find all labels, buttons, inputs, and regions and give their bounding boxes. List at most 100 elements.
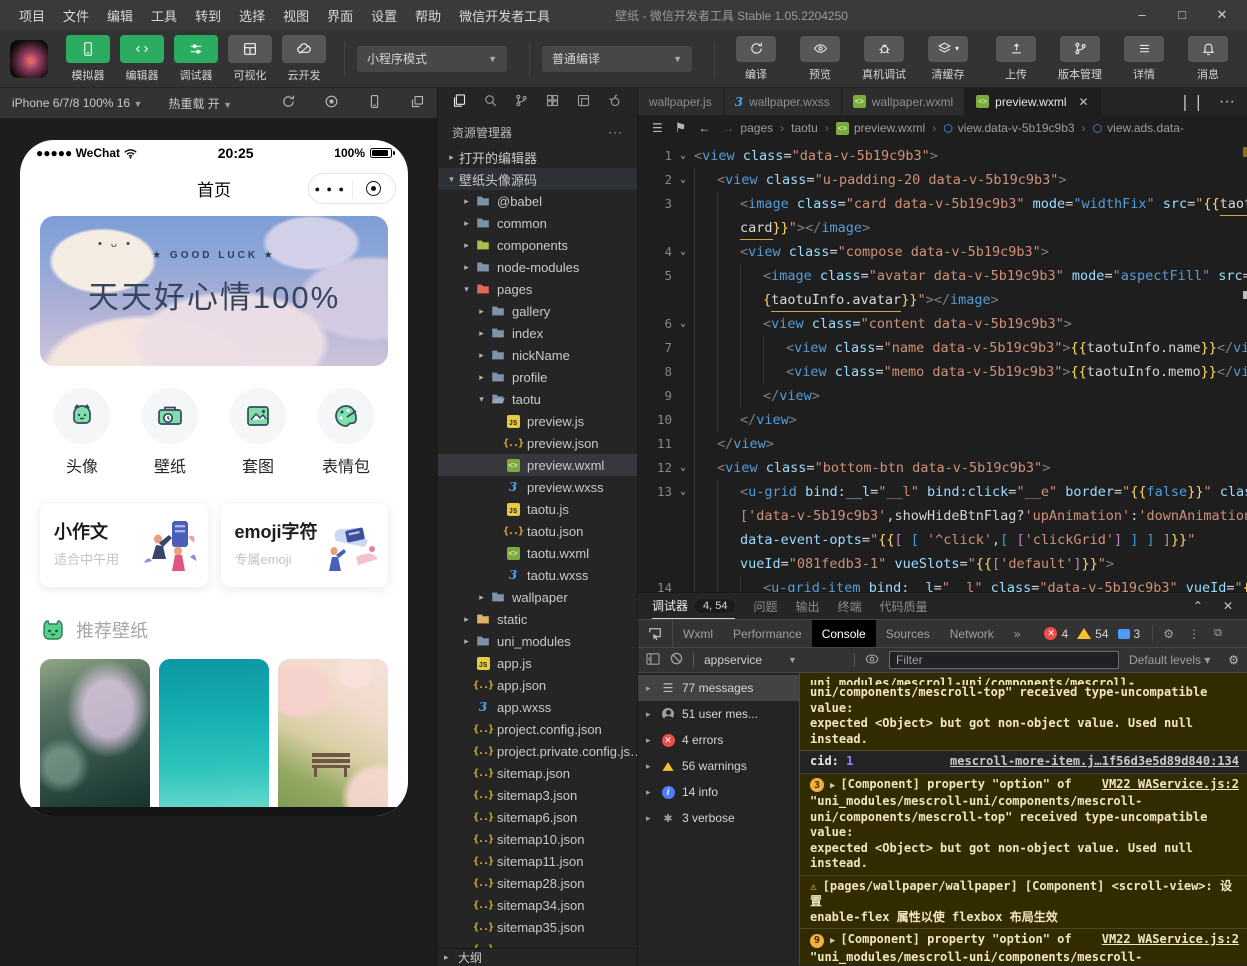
source-link[interactable]: mescroll-more-item.j…1f56d3e5d89d840:134 <box>950 754 1239 770</box>
云开发-button[interactable]: 云开发 <box>278 35 330 83</box>
user-avatar[interactable] <box>10 40 48 78</box>
tree-item[interactable]: {..} <box>438 938 637 948</box>
tree-item-@babel[interactable]: ▸@babel <box>438 190 637 212</box>
devtools-tab-Network[interactable]: Network <box>940 620 1004 647</box>
编译-button[interactable]: 编译 <box>727 36 785 82</box>
版本管理-button[interactable]: 版本管理 <box>1051 36 1109 82</box>
kettle-icon[interactable] <box>599 93 630 113</box>
files-icon[interactable] <box>444 93 475 113</box>
tree-item-preview.wxml[interactable]: <>preview.wxml <box>438 454 637 476</box>
menu-item[interactable]: 微信开发者工具 <box>450 6 559 25</box>
menu-item[interactable]: 界面 <box>318 6 362 25</box>
source-link[interactable]: VM22 WAService.js:2 <box>1102 777 1239 793</box>
context-select[interactable]: appservice▼ <box>704 653 844 667</box>
restart-simulator-icon[interactable] <box>281 94 296 112</box>
tab-wallpaper.wxss[interactable]: 3wallpaper.wxss <box>724 88 842 115</box>
模拟器-button[interactable]: 模拟器 <box>62 35 114 83</box>
tree-item-index[interactable]: ▸index <box>438 322 637 344</box>
forward-icon[interactable]: → <box>722 121 734 135</box>
wechat-capsule[interactable]: ● ● ● <box>308 173 396 204</box>
tree-item-sitemap34.json[interactable]: {..}sitemap34.json <box>438 894 637 916</box>
split-editor-icon[interactable]: ❘❘ <box>1178 92 1205 112</box>
tree-item-sitemap11.json[interactable]: {..}sitemap11.json <box>438 850 637 872</box>
fold-icon[interactable]: ⌄ <box>672 480 694 504</box>
screenshot-icon[interactable] <box>324 94 339 112</box>
debugger-tab-输出[interactable]: 输出 <box>796 593 820 619</box>
tree-item-pages[interactable]: ▾pages <box>438 278 637 300</box>
search-icon[interactable] <box>475 93 506 113</box>
device-icon[interactable] <box>367 94 382 112</box>
debugger-tab-问题[interactable]: 问题 <box>753 593 777 619</box>
breadcrumb-item[interactable]: pages <box>740 121 773 135</box>
调试器-button[interactable]: 调试器 <box>170 35 222 83</box>
menu-item[interactable]: 转到 <box>186 6 230 25</box>
grid-icon[interactable] <box>537 93 568 113</box>
tree-item-taotu.json[interactable]: {..}taotu.json <box>438 520 637 542</box>
tree-item-[interactable]: ▸打开的编辑器 <box>438 146 637 168</box>
devtools-tab-Performance[interactable]: Performance <box>723 620 812 647</box>
detach-window-icon[interactable] <box>410 94 425 112</box>
devtools-tab-Wxml[interactable]: Wxml <box>673 620 723 647</box>
tree-item-uni_modules[interactable]: ▸uni_modules <box>438 630 637 652</box>
source-link[interactable]: VM22 WAService.js:2 <box>1102 932 1239 948</box>
menu-item[interactable]: 编辑 <box>98 6 142 25</box>
close-icon[interactable]: ✕ <box>1223 599 1233 613</box>
more-actions-icon[interactable]: ··· <box>1219 93 1235 111</box>
expand-arrow[interactable]: ▶ <box>830 781 835 791</box>
kebab-menu-icon[interactable]: ⋮ <box>1188 627 1200 641</box>
console-filter-error[interactable]: ▸✕4 errors <box>638 727 799 753</box>
more-icon[interactable]: ● ● ● <box>309 184 352 194</box>
tree-item-node-modules[interactable]: ▸node-modules <box>438 256 637 278</box>
tree-item-common[interactable]: ▸common <box>438 212 637 234</box>
console-settings-icon[interactable]: ⚙ <box>1228 653 1239 667</box>
tab-preview.wxml[interactable]: <>preview.wxml✕ <box>965 88 1100 115</box>
eye-icon[interactable] <box>865 653 879 668</box>
console-row[interactable]: VM22 WAService.js:23▶[Component] propert… <box>800 774 1247 876</box>
console-filter-user[interactable]: ▸51 user mes... <box>638 701 799 727</box>
tree-item-sitemap28.json[interactable]: {..}sitemap28.json <box>438 872 637 894</box>
error-count[interactable]: ✕4 <box>1044 627 1068 641</box>
详情-button[interactable]: 详情 <box>1115 36 1173 82</box>
tree-item-taotu.js[interactable]: JStaotu.js <box>438 498 637 520</box>
tree-item-preview.js[interactable]: JSpreview.js <box>438 410 637 432</box>
window-icon[interactable] <box>568 93 599 113</box>
wallpaper-thumb-blossom[interactable] <box>278 659 388 816</box>
menu-item[interactable]: 文件 <box>54 6 98 25</box>
menu-item[interactable]: 帮助 <box>406 6 450 25</box>
console-filter-warn[interactable]: ▸56 warnings <box>638 753 799 779</box>
上传-button[interactable]: 上传 <box>987 36 1045 82</box>
console-row[interactable]: uni_modules/mescroll-uni/components/mesc… <box>800 673 1247 751</box>
tree-item-components[interactable]: ▸components <box>438 234 637 256</box>
breadcrumb-item[interactable]: ⬡view.ads.data- <box>1093 121 1184 135</box>
console-filter-info[interactable]: ▸i14 info <box>638 779 799 805</box>
devtools-tab-Sources[interactable]: Sources <box>876 620 940 647</box>
back-icon[interactable]: ← <box>698 121 710 135</box>
tree-item-sitemap6.json[interactable]: {..}sitemap6.json <box>438 806 637 828</box>
outline-section[interactable]: ▸大纲 <box>438 948 637 966</box>
tree-item-gallery[interactable]: ▸gallery <box>438 300 637 322</box>
devtools-tab-»[interactable]: » <box>1004 620 1031 647</box>
fold-icon[interactable]: ⌄ <box>672 312 694 336</box>
tree-item-preview.json[interactable]: {..}preview.json <box>438 432 637 454</box>
minimize-button[interactable]: – <box>1135 7 1149 23</box>
feature-card[interactable]: 小作文适合中午用 <box>40 503 208 587</box>
tab-wallpaper.wxml[interactable]: <>wallpaper.wxml <box>842 88 965 115</box>
console-row[interactable]: ⚠[pages/wallpaper/wallpaper] [Component]… <box>800 876 1247 930</box>
breadcrumb-item[interactable]: ⬡view.data-v-5b19c9b3 <box>943 121 1074 135</box>
menu-item[interactable]: 选择 <box>230 6 274 25</box>
info-count[interactable]: 3 <box>1118 627 1141 641</box>
code-editor[interactable]: 1⌄<view class="data-v-5b19c9b3">2⌄<view … <box>638 141 1247 592</box>
可视化-button[interactable]: 可视化 <box>224 35 276 83</box>
close-button[interactable]: ✕ <box>1215 7 1229 23</box>
filter-input[interactable]: Filter <box>889 651 1119 669</box>
tree-item-static[interactable]: ▸static <box>438 608 637 630</box>
console-filter-bug[interactable]: ▸✱3 verbose <box>638 805 799 831</box>
bookmark-icon[interactable]: ⚑ <box>675 120 687 136</box>
close-tab-icon[interactable]: ✕ <box>1079 95 1089 109</box>
menu-item[interactable]: 项目 <box>10 6 54 25</box>
menu-item[interactable]: 工具 <box>142 6 186 25</box>
debugger-tab-终端[interactable]: 终端 <box>838 593 862 619</box>
debugger-tab-代码质量[interactable]: 代码质量 <box>880 593 928 619</box>
console-row[interactable]: VM22 WAService.js:29▶[Component] propert… <box>800 929 1247 965</box>
banner-image[interactable]: • ᴗ • ★ GOOD LUCK ★ 天天好心情100% <box>40 216 388 366</box>
